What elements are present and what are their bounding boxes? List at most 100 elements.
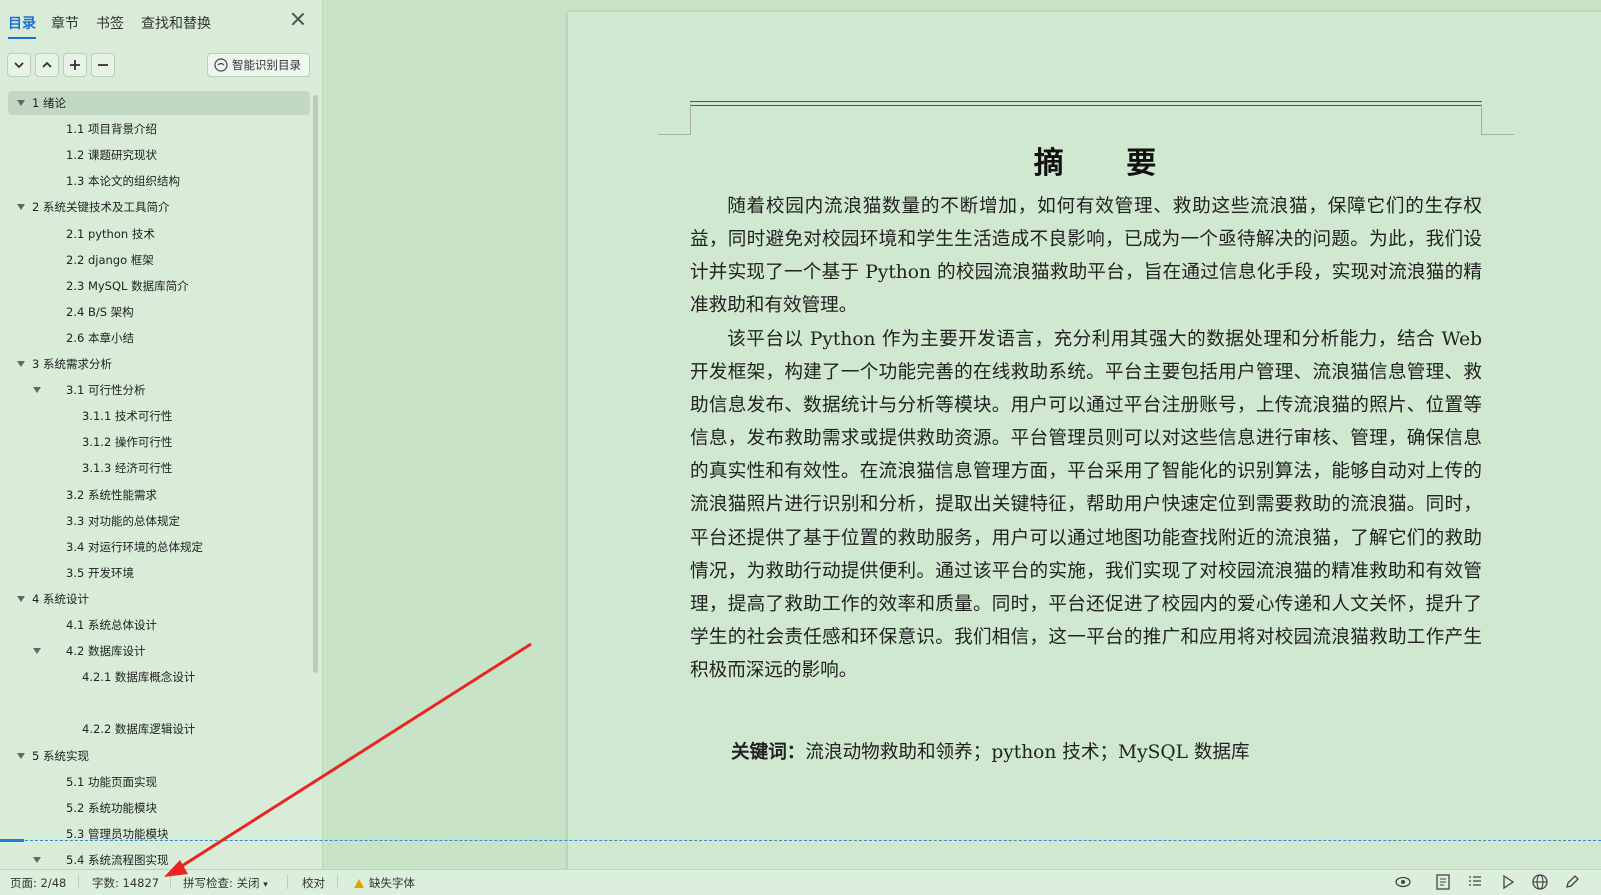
expand-all-button[interactable] (7, 53, 31, 77)
page-header-rule (690, 101, 1482, 106)
word-count[interactable]: 字数: 14827 (92, 875, 159, 891)
eye-icon[interactable] (1394, 873, 1412, 891)
add-heading-button[interactable] (63, 53, 87, 77)
toc-item-label: 1.2 课题研究现状 (66, 148, 157, 163)
page-break-marker (0, 839, 24, 842)
page-view-icon[interactable] (1434, 873, 1452, 891)
toc-item-label: 3.4 对运行环境的总体规定 (66, 539, 203, 554)
toc-item[interactable]: 4.2.1 数据库概念设计 (8, 665, 310, 689)
toc-item[interactable]: 5 系统实现 (8, 744, 310, 768)
toc-item-label: 3.5 开发环境 (66, 565, 134, 580)
tab-bookmarks[interactable]: 书签 (96, 13, 124, 33)
toc-item[interactable]: 2.6 本章小结 (8, 326, 310, 350)
toc-list: 1 绪论 1.1 项目背景介绍 1.2 课题研究现状 1.3 本论文的组织结构 2 系统… (0, 91, 322, 869)
proofread-button[interactable]: 校对 (302, 875, 325, 891)
expand-arrow-icon[interactable] (33, 856, 41, 863)
outline-view-icon[interactable] (1466, 873, 1484, 891)
toc-item[interactable]: 4.2 数据库设计 (8, 639, 310, 663)
toc-item[interactable]: 5.2 系统功能模块 (8, 796, 310, 820)
toc-item-label: 3 系统需求分析 (32, 357, 112, 371)
smart-recognize-icon (214, 58, 228, 72)
toc-item-label: 3.1.2 操作可行性 (82, 435, 173, 450)
margin-mark (1481, 134, 1514, 135)
chevron-down-icon (14, 62, 24, 69)
expand-arrow-icon[interactable] (33, 648, 41, 655)
tab-toc[interactable]: 目录 (8, 13, 36, 39)
toc-item[interactable]: 5.1 功能页面实现 (8, 770, 310, 794)
toc-item[interactable]: 2.3 MySQL 数据库简介 (8, 274, 310, 298)
toc-item[interactable] (8, 691, 310, 715)
toc-item[interactable]: 3.1 可行性分析 (8, 378, 310, 402)
page-indicator[interactable]: 页面: 2/48 (10, 875, 66, 891)
toc-item[interactable]: 2 系统关键技术及工具简介 (8, 195, 310, 219)
toc-item[interactable]: 5.4 系统流程图实现 (8, 848, 310, 869)
expand-arrow-icon[interactable] (17, 204, 25, 211)
toc-item-label: 3.3 对功能的总体规定 (66, 513, 180, 528)
toc-item[interactable]: 2.2 django 框架 (8, 248, 310, 272)
abstract-paragraph[interactable]: 该平台以 Python 作为主要开发语言，充分利用其强大的数据处理和分析能力，结… (690, 323, 1482, 687)
smart-recognize-toc-button[interactable]: 智能识别目录 (207, 53, 310, 77)
expand-arrow-icon[interactable] (33, 387, 41, 394)
abstract-paragraph[interactable]: 随着校园内流浪猫数量的不断增加，如何有效管理、救助这些流浪猫，保障它们的生存权益… (690, 190, 1482, 322)
toc-item[interactable]: 1.1 项目背景介绍 (8, 117, 310, 141)
toc-item-label: 4.1 系统总体设计 (66, 618, 157, 632)
toc-item[interactable]: 1.3 本论文的组织结构 (8, 169, 310, 193)
remove-heading-button[interactable] (91, 53, 115, 77)
pen-icon[interactable] (1563, 873, 1581, 891)
toc-item-label: 5.4 系统流程图实现 (66, 852, 169, 867)
globe-icon[interactable] (1531, 873, 1549, 891)
toc-scrollbar[interactable] (313, 95, 318, 673)
toc-item[interactable]: 4.1 系统总体设计 (8, 613, 310, 637)
toc-item-label: 3.1.1 技术可行性 (82, 409, 173, 424)
toc-item[interactable]: 2.4 B/S 架构 (8, 300, 310, 324)
toc-item-label: 3.2 系统性能需求 (66, 487, 157, 502)
expand-arrow-icon[interactable] (17, 595, 25, 602)
toc-item-label: 1 绪论 (32, 96, 66, 110)
status-bar: 页面: 2/48 字数: 14827 拼写检查: 关闭 ▾ 校对 缺失字体 (0, 869, 1601, 895)
expand-arrow-icon[interactable] (17, 100, 25, 106)
toc-item[interactable]: 3 系统需求分析 (8, 352, 310, 376)
play-icon[interactable] (1499, 873, 1517, 891)
toc-item[interactable]: 1.2 课题研究现状 (8, 143, 310, 167)
toc-sidebar: 目录 章节 书签 查找和替换 智能识别目录 1 绪论 1.1 项目背景介绍 1.2 … (0, 0, 323, 869)
keywords-line[interactable]: 关键词：流浪动物救助和领养；python 技术；MySQL 数据库 (731, 737, 1250, 764)
toc-item[interactable]: 5.3 管理员功能模块 (8, 822, 310, 846)
toc-item[interactable]: 3.2 系统性能需求 (8, 483, 310, 507)
toc-item-label: 2.2 django 框架 (66, 252, 154, 267)
spell-check-toggle[interactable]: 拼写检查: 关闭 ▾ (183, 875, 268, 891)
toc-item-label: 3.1 可行性分析 (66, 383, 146, 398)
divider (287, 875, 288, 889)
toc-item[interactable]: 4.2.2 数据库逻辑设计 (8, 717, 310, 741)
toc-item[interactable]: 4 系统设计 (8, 587, 310, 611)
smart-recognize-label: 智能识别目录 (232, 58, 301, 72)
chevron-down-icon: ▾ (263, 880, 268, 890)
toc-item[interactable]: 3.1.3 经济可行性 (8, 456, 310, 480)
tab-chapters[interactable]: 章节 (51, 13, 79, 33)
collapse-all-button[interactable] (35, 53, 59, 77)
toc-item[interactable]: 2.1 python 技术 (8, 222, 310, 246)
toc-item-label: 2.6 本章小结 (66, 330, 134, 345)
document-page[interactable]: 摘 要 随着校园内流浪猫数量的不断增加，如何有效管理、救助这些流浪猫，保障它们的… (568, 12, 1601, 869)
toc-item[interactable]: 1 绪论 (8, 91, 310, 115)
document-area[interactable]: 摘 要 随着校园内流浪猫数量的不断增加，如何有效管理、救助这些流浪猫，保障它们的… (323, 0, 1601, 869)
spell-check-label: 拼写检查: 关闭 (183, 876, 260, 890)
tab-find-replace[interactable]: 查找和替换 (141, 13, 211, 33)
toc-item[interactable]: 3.4 对运行环境的总体规定 (8, 535, 310, 559)
toc-item-label: 4 系统设计 (32, 591, 89, 606)
margin-mark (1481, 104, 1482, 135)
toc-item[interactable]: 3.3 对功能的总体规定 (8, 509, 310, 533)
toc-item-label: 5.3 管理员功能模块 (66, 826, 169, 841)
divider (337, 875, 338, 889)
toc-item-label: 2.4 B/S 架构 (66, 304, 134, 319)
toc-item[interactable]: 3.1.2 操作可行性 (8, 430, 310, 454)
expand-arrow-icon[interactable] (17, 361, 25, 367)
toc-item-label: 2.3 MySQL 数据库简介 (66, 278, 189, 293)
expand-arrow-icon[interactable] (17, 752, 25, 759)
close-icon[interactable] (289, 10, 307, 28)
sidebar-tabs: 目录 章节 书签 查找和替换 (0, 0, 322, 46)
toc-item[interactable]: 3.1.1 技术可行性 (8, 404, 310, 428)
toc-item[interactable]: 3.5 开发环境 (8, 561, 310, 585)
page-break-line (0, 840, 1601, 841)
missing-font-button[interactable]: 缺失字体 (354, 875, 415, 891)
toc-item-label: 2 系统关键技术及工具简介 (32, 200, 170, 215)
